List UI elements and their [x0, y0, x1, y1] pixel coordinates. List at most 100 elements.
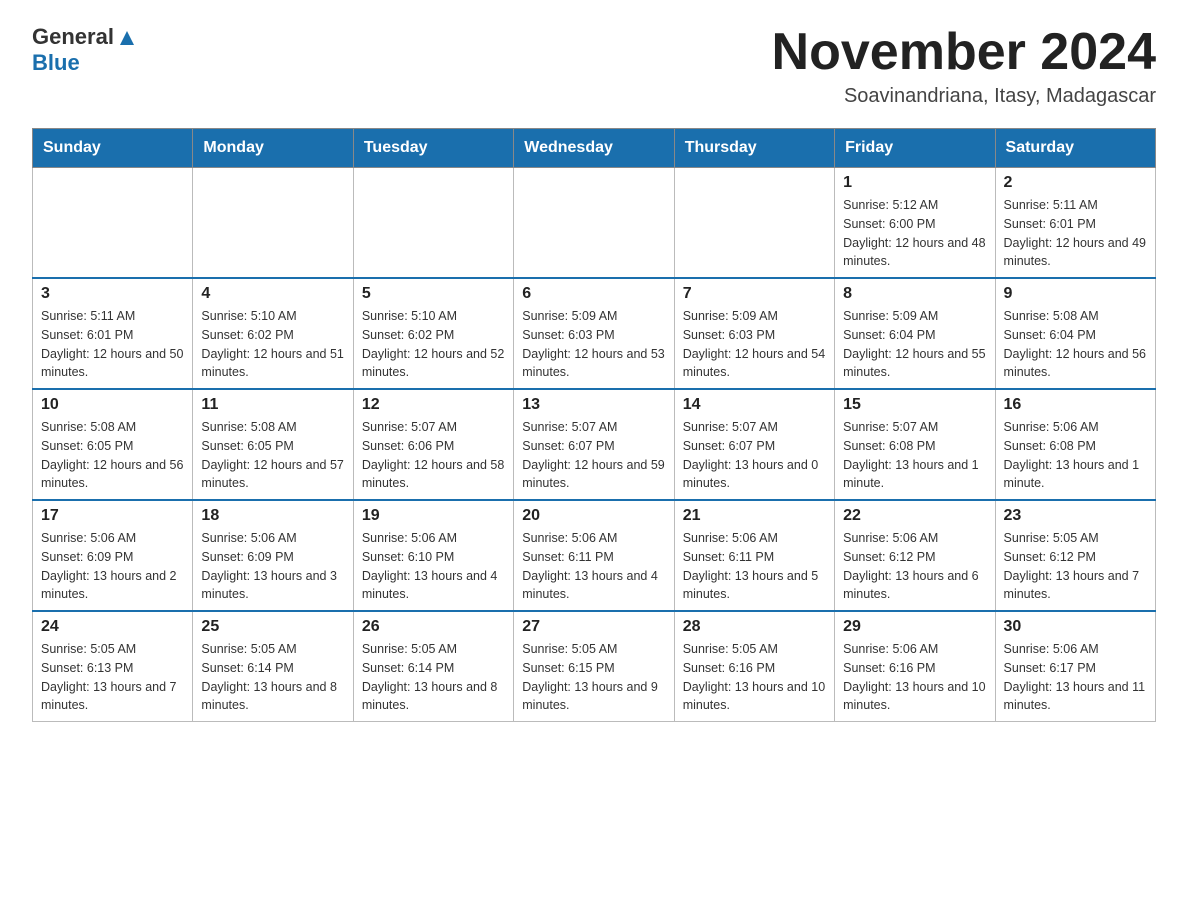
- day-number: 13: [522, 396, 665, 414]
- day-sun-info: Sunrise: 5:06 AM Sunset: 6:16 PM Dayligh…: [843, 640, 986, 715]
- day-number: 21: [683, 507, 826, 525]
- calendar-header-row: Sunday Monday Tuesday Wednesday Thursday…: [33, 129, 1156, 168]
- day-sun-info: Sunrise: 5:10 AM Sunset: 6:02 PM Dayligh…: [362, 307, 505, 382]
- table-row: [514, 168, 674, 279]
- day-number: 15: [843, 396, 986, 414]
- logo-general-text: General: [32, 24, 114, 50]
- header-sunday: Sunday: [33, 129, 193, 168]
- day-sun-info: Sunrise: 5:09 AM Sunset: 6:03 PM Dayligh…: [522, 307, 665, 382]
- table-row: 30 Sunrise: 5:06 AM Sunset: 6:17 PM Dayli…: [995, 611, 1155, 722]
- calendar-week-row: 1Sunrise: 5:12 AM Sunset: 6:00 PM Daylig…: [33, 168, 1156, 279]
- header-tuesday: Tuesday: [353, 129, 513, 168]
- day-sun-info: Sunrise: 5:06 AM Sunset: 6:09 PM Dayligh…: [41, 529, 184, 604]
- day-number: 30: [1004, 618, 1147, 636]
- day-sun-info: Sunrise: 5:10 AM Sunset: 6:02 PM Dayligh…: [201, 307, 344, 382]
- calendar-week-row: 10 Sunrise: 5:08 AM Sunset: 6:05 PM Dayli…: [33, 389, 1156, 500]
- day-sun-info: Sunrise: 5:11 AM Sunset: 6:01 PM Dayligh…: [1004, 196, 1147, 271]
- day-sun-info: Sunrise: 5:06 AM Sunset: 6:08 PM Dayligh…: [1004, 418, 1147, 493]
- calendar-week-row: 17 Sunrise: 5:06 AM Sunset: 6:09 PM Dayli…: [33, 500, 1156, 611]
- table-row: 3 Sunrise: 5:11 AM Sunset: 6:01 PM Daylig…: [33, 278, 193, 389]
- table-row: 26Sunrise: 5:05 AM Sunset: 6:14 PM Dayli…: [353, 611, 513, 722]
- day-number: 5: [362, 285, 505, 303]
- day-number: 7: [683, 285, 826, 303]
- day-number: 24: [41, 618, 184, 636]
- day-sun-info: Sunrise: 5:09 AM Sunset: 6:03 PM Dayligh…: [683, 307, 826, 382]
- location-subtitle: Soavinandriana, Itasy, Madagascar: [772, 85, 1156, 108]
- day-sun-info: Sunrise: 5:07 AM Sunset: 6:07 PM Dayligh…: [522, 418, 665, 493]
- table-row: 5 Sunrise: 5:10 AM Sunset: 6:02 PM Daylig…: [353, 278, 513, 389]
- title-block: November 2024 Soavinandriana, Itasy, Mad…: [772, 24, 1156, 108]
- day-sun-info: Sunrise: 5:05 AM Sunset: 6:14 PM Dayligh…: [362, 640, 505, 715]
- day-sun-info: Sunrise: 5:05 AM Sunset: 6:13 PM Dayligh…: [41, 640, 184, 715]
- table-row: 18 Sunrise: 5:06 AM Sunset: 6:09 PM Dayli…: [193, 500, 353, 611]
- table-row: 22 Sunrise: 5:06 AM Sunset: 6:12 PM Dayli…: [835, 500, 995, 611]
- day-sun-info: Sunrise: 5:08 AM Sunset: 6:04 PM Dayligh…: [1004, 307, 1147, 382]
- day-number: 27: [522, 618, 665, 636]
- table-row: 17 Sunrise: 5:06 AM Sunset: 6:09 PM Dayli…: [33, 500, 193, 611]
- day-number: 22: [843, 507, 986, 525]
- day-sun-info: Sunrise: 5:06 AM Sunset: 6:11 PM Dayligh…: [522, 529, 665, 604]
- page-header: General Blue November 2024 Soavinandrian…: [32, 24, 1156, 108]
- table-row: [674, 168, 834, 279]
- table-row: 1Sunrise: 5:12 AM Sunset: 6:00 PM Daylig…: [835, 168, 995, 279]
- day-number: 25: [201, 618, 344, 636]
- table-row: 28 Sunrise: 5:05 AM Sunset: 6:16 PM Dayli…: [674, 611, 834, 722]
- day-number: 28: [683, 618, 826, 636]
- table-row: 20Sunrise: 5:06 AM Sunset: 6:11 PM Dayli…: [514, 500, 674, 611]
- day-number: 10: [41, 396, 184, 414]
- logo: General Blue: [32, 24, 138, 76]
- table-row: 13 Sunrise: 5:07 AM Sunset: 6:07 PM Dayli…: [514, 389, 674, 500]
- table-row: 27Sunrise: 5:05 AM Sunset: 6:15 PM Dayli…: [514, 611, 674, 722]
- table-row: [353, 168, 513, 279]
- day-number: 23: [1004, 507, 1147, 525]
- table-row: 4 Sunrise: 5:10 AM Sunset: 6:02 PM Daylig…: [193, 278, 353, 389]
- header-thursday: Thursday: [674, 129, 834, 168]
- day-sun-info: Sunrise: 5:12 AM Sunset: 6:00 PM Dayligh…: [843, 196, 986, 271]
- day-number: 9: [1004, 285, 1147, 303]
- table-row: 23Sunrise: 5:05 AM Sunset: 6:12 PM Dayli…: [995, 500, 1155, 611]
- day-sun-info: Sunrise: 5:06 AM Sunset: 6:17 PM Dayligh…: [1004, 640, 1147, 715]
- day-number: 18: [201, 507, 344, 525]
- table-row: 25 Sunrise: 5:05 AM Sunset: 6:14 PM Dayli…: [193, 611, 353, 722]
- logo-triangle-icon: [116, 27, 138, 49]
- day-sun-info: Sunrise: 5:07 AM Sunset: 6:06 PM Dayligh…: [362, 418, 505, 493]
- day-sun-info: Sunrise: 5:06 AM Sunset: 6:10 PM Dayligh…: [362, 529, 505, 604]
- day-sun-info: Sunrise: 5:06 AM Sunset: 6:09 PM Dayligh…: [201, 529, 344, 604]
- table-row: 16 Sunrise: 5:06 AM Sunset: 6:08 PM Dayli…: [995, 389, 1155, 500]
- table-row: 7 Sunrise: 5:09 AM Sunset: 6:03 PM Daylig…: [674, 278, 834, 389]
- table-row: 10 Sunrise: 5:08 AM Sunset: 6:05 PM Dayli…: [33, 389, 193, 500]
- day-sun-info: Sunrise: 5:11 AM Sunset: 6:01 PM Dayligh…: [41, 307, 184, 382]
- day-number: 19: [362, 507, 505, 525]
- day-number: 12: [362, 396, 505, 414]
- table-row: 2Sunrise: 5:11 AM Sunset: 6:01 PM Daylig…: [995, 168, 1155, 279]
- table-row: 19 Sunrise: 5:06 AM Sunset: 6:10 PM Dayli…: [353, 500, 513, 611]
- day-number: 29: [843, 618, 986, 636]
- day-sun-info: Sunrise: 5:08 AM Sunset: 6:05 PM Dayligh…: [41, 418, 184, 493]
- day-sun-info: Sunrise: 5:08 AM Sunset: 6:05 PM Dayligh…: [201, 418, 344, 493]
- table-row: [33, 168, 193, 279]
- table-row: 21 Sunrise: 5:06 AM Sunset: 6:11 PM Dayli…: [674, 500, 834, 611]
- day-sun-info: Sunrise: 5:07 AM Sunset: 6:07 PM Dayligh…: [683, 418, 826, 493]
- day-sun-info: Sunrise: 5:05 AM Sunset: 6:14 PM Dayligh…: [201, 640, 344, 715]
- day-number: 14: [683, 396, 826, 414]
- header-monday: Monday: [193, 129, 353, 168]
- table-row: [193, 168, 353, 279]
- table-row: 12 Sunrise: 5:07 AM Sunset: 6:06 PM Dayli…: [353, 389, 513, 500]
- calendar-week-row: 3 Sunrise: 5:11 AM Sunset: 6:01 PM Daylig…: [33, 278, 1156, 389]
- day-number: 17: [41, 507, 184, 525]
- table-row: 15Sunrise: 5:07 AM Sunset: 6:08 PM Dayli…: [835, 389, 995, 500]
- day-number: 4: [201, 285, 344, 303]
- day-sun-info: Sunrise: 5:09 AM Sunset: 6:04 PM Dayligh…: [843, 307, 986, 382]
- table-row: 29 Sunrise: 5:06 AM Sunset: 6:16 PM Dayli…: [835, 611, 995, 722]
- day-sun-info: Sunrise: 5:06 AM Sunset: 6:12 PM Dayligh…: [843, 529, 986, 604]
- header-friday: Friday: [835, 129, 995, 168]
- day-number: 8: [843, 285, 986, 303]
- day-sun-info: Sunrise: 5:06 AM Sunset: 6:11 PM Dayligh…: [683, 529, 826, 604]
- day-number: 16: [1004, 396, 1147, 414]
- day-number: 3: [41, 285, 184, 303]
- day-sun-info: Sunrise: 5:05 AM Sunset: 6:16 PM Dayligh…: [683, 640, 826, 715]
- header-wednesday: Wednesday: [514, 129, 674, 168]
- calendar-table: Sunday Monday Tuesday Wednesday Thursday…: [32, 128, 1156, 722]
- day-number: 11: [201, 396, 344, 414]
- day-number: 6: [522, 285, 665, 303]
